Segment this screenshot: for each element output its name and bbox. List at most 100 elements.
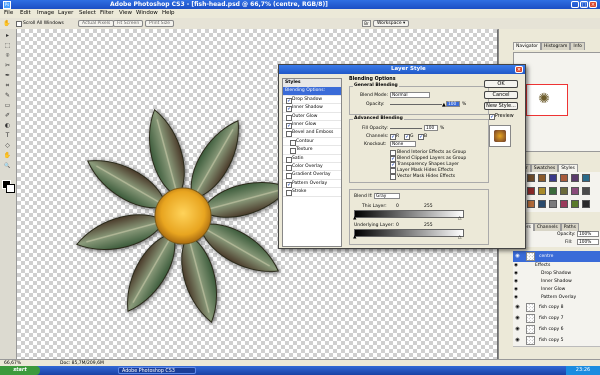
style-swatch[interactable]	[582, 200, 590, 208]
style-swatch[interactable]	[527, 187, 535, 195]
fill-opacity-field[interactable]: 100	[424, 125, 438, 131]
knockout-select[interactable]: None	[390, 141, 416, 147]
style-swatch[interactable]	[582, 187, 590, 195]
eye-icon[interactable]: ◉	[514, 287, 518, 292]
menu-select[interactable]: Select	[79, 10, 96, 16]
scroll-all-checkbox[interactable]	[16, 21, 22, 27]
style-swatch[interactable]	[538, 187, 546, 195]
underlying-white-slider-icon[interactable]: △	[458, 235, 461, 240]
eye-icon[interactable]: ◉	[514, 315, 521, 322]
new-style-button[interactable]: New Style...	[484, 102, 518, 110]
advanced-option-checkbox[interactable]	[390, 174, 396, 180]
bridge-icon[interactable]: Br	[362, 20, 371, 27]
eye-icon[interactable]: ◉	[514, 271, 518, 276]
style-item[interactable]: Stroke	[283, 188, 341, 197]
eraser-tool-icon[interactable]: ▭	[3, 102, 12, 110]
actual-pixels-button[interactable]: Actual Pixels	[78, 20, 115, 27]
zoom-tool-icon[interactable]: 🔍	[3, 162, 12, 170]
ok-button[interactable]: OK	[484, 80, 518, 88]
menu-layer[interactable]: Layer	[58, 10, 73, 16]
slice-tool-icon[interactable]: ⌗	[3, 82, 12, 90]
shape-tool-icon[interactable]: ◇	[3, 142, 12, 150]
style-item[interactable]: Color Overlay	[283, 163, 341, 172]
marquee-tool-icon[interactable]: ⬚	[3, 42, 12, 50]
style-swatch[interactable]	[549, 187, 557, 195]
fit-screen-button[interactable]: Fit Screen	[113, 20, 144, 27]
minimize-button[interactable]: _	[571, 1, 579, 8]
style-item[interactable]: ✔ Pattern Overlay	[283, 180, 341, 189]
fill-opacity-slider[interactable]	[390, 128, 422, 129]
style-swatch[interactable]	[560, 200, 568, 208]
hand-tool-icon[interactable]: ✋	[3, 152, 12, 160]
eye-icon[interactable]: ◉	[514, 337, 521, 344]
eye-icon[interactable]: ◉	[514, 326, 521, 333]
underlying-black-slider-icon[interactable]: ▲	[353, 235, 356, 240]
style-swatch[interactable]	[527, 174, 535, 182]
style-swatch[interactable]	[538, 200, 546, 208]
history-brush-tool-icon[interactable]: ✐	[3, 112, 12, 120]
style-swatch[interactable]	[549, 174, 557, 182]
close-button[interactable]: ×	[589, 1, 597, 8]
style-swatch[interactable]	[571, 200, 579, 208]
style-item[interactable]: Contour	[283, 138, 341, 147]
move-tool-icon[interactable]: ▸	[3, 32, 12, 40]
menu-help[interactable]: Help	[162, 10, 175, 16]
tab-paths[interactable]: Paths	[560, 223, 579, 231]
tab-navigator[interactable]: Navigator	[513, 42, 542, 50]
taskbar-photoshop-button[interactable]: Adobe Photoshop CS3	[118, 367, 196, 374]
lasso-tool-icon[interactable]: ⌾	[3, 52, 12, 60]
this-layer-black-slider-icon[interactable]: ▲	[353, 216, 356, 221]
style-swatch[interactable]	[538, 174, 546, 182]
style-swatch[interactable]	[571, 174, 579, 182]
style-swatch[interactable]	[527, 200, 535, 208]
style-swatch[interactable]	[560, 187, 568, 195]
style-item[interactable]: Blending Options: Default	[283, 87, 341, 101]
workspace-dropdown[interactable]: Workspace ▾	[373, 20, 410, 27]
menu-file[interactable]: File	[4, 10, 13, 16]
style-item[interactable]: Texture	[283, 146, 341, 155]
opacity-field[interactable]: 100	[446, 101, 460, 107]
pen-tool-icon[interactable]: ✒	[3, 72, 12, 80]
start-button[interactable]: start	[0, 366, 40, 375]
style-item[interactable]: Outer Glow	[283, 113, 341, 121]
blend-if-select[interactable]: Gray	[374, 193, 400, 199]
tab-histogram[interactable]: Histogram	[541, 42, 571, 50]
this-layer-gradient-bar[interactable]	[354, 210, 464, 218]
blend-mode-select[interactable]: Normal	[390, 92, 430, 98]
style-swatch[interactable]	[582, 174, 590, 182]
eye-icon[interactable]: ◉	[514, 263, 518, 268]
print-size-button[interactable]: Print Size	[145, 20, 175, 27]
eye-icon[interactable]: ◉	[514, 304, 521, 311]
crop-tool-icon[interactable]: ✂	[3, 62, 12, 70]
dodge-tool-icon[interactable]: ◐	[3, 122, 12, 130]
dialog-close-button[interactable]: ×	[515, 66, 523, 73]
this-layer-white-slider-icon[interactable]: △	[458, 216, 461, 221]
brush-tool-icon[interactable]: ✎	[3, 92, 12, 100]
tab-info[interactable]: Info	[570, 42, 585, 50]
style-swatch[interactable]	[571, 187, 579, 195]
menu-image[interactable]: Image	[37, 10, 54, 16]
maximize-button[interactable]: □	[580, 1, 588, 8]
eye-icon[interactable]: ◉	[514, 295, 518, 300]
menu-edit[interactable]: Edit	[20, 10, 31, 16]
tab-channels[interactable]: Channels	[533, 223, 561, 231]
style-swatch[interactable]	[560, 174, 568, 182]
menu-window[interactable]: Window	[136, 10, 158, 16]
menu-view[interactable]: View	[119, 10, 132, 16]
style-item[interactable]: ✔ Inner Shadow	[283, 104, 341, 113]
layer-fill-field[interactable]: 100%	[577, 239, 599, 245]
layer-row[interactable]: ◉fish copy 5fx	[513, 335, 600, 347]
eye-icon[interactable]: ◉	[514, 253, 521, 260]
eye-icon[interactable]: ◉	[514, 279, 518, 284]
type-tool-icon[interactable]: T	[3, 132, 12, 140]
tab-swatches[interactable]: Swatches	[530, 164, 559, 172]
cancel-button[interactable]: Cancel	[484, 91, 518, 99]
menu-filter[interactable]: Filter	[100, 10, 114, 16]
style-item[interactable]: Gradient Overlay	[283, 171, 341, 180]
style-item[interactable]: Satin	[283, 155, 341, 163]
styles-header[interactable]: Styles	[283, 79, 341, 88]
background-color-swatch[interactable]	[6, 184, 15, 193]
tab-styles[interactable]: Styles	[558, 164, 578, 172]
style-swatch[interactable]	[549, 200, 557, 208]
style-item[interactable]: ✔ Inner Glow	[283, 121, 341, 130]
